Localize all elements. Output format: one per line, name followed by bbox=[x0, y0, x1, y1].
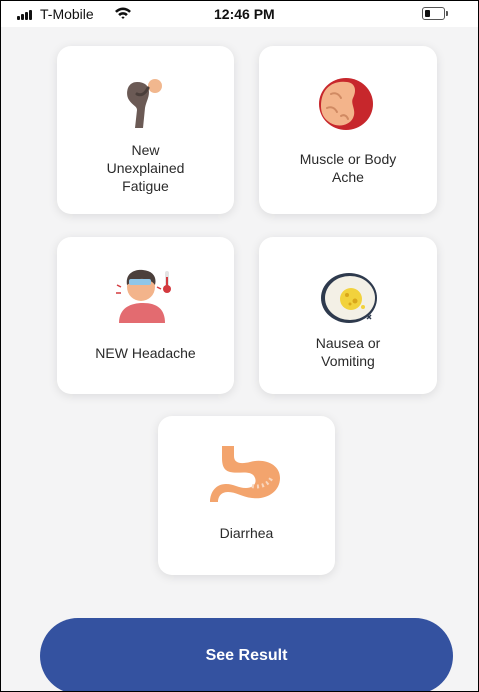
symptom-card-nausea[interactable]: Nausea or Vomiting bbox=[259, 237, 437, 394]
symptom-label: NEW Headache bbox=[95, 345, 196, 361]
muscle-ache-icon bbox=[319, 78, 373, 130]
symptom-label: Diarrhea bbox=[219, 525, 274, 541]
symptom-card-diarrhea[interactable]: Diarrhea bbox=[158, 416, 335, 575]
app-screen: T-Mobile 12:46 PM New Unexplained Fatigu… bbox=[0, 0, 479, 692]
symptom-label: Nausea or Vomiting bbox=[315, 335, 381, 369]
signal-icon bbox=[17, 10, 37, 20]
nausea-icon bbox=[321, 273, 377, 323]
fatigue-person-icon bbox=[127, 79, 162, 128]
battery-icon bbox=[422, 7, 448, 20]
symptom-card-fatigue[interactable]: New Unexplained Fatigue bbox=[57, 46, 234, 214]
wifi-icon bbox=[115, 7, 131, 19]
status-bar: T-Mobile 12:46 PM bbox=[1, 1, 478, 27]
symptom-card-muscle-ache[interactable]: Muscle or Body Ache bbox=[259, 46, 437, 214]
carrier-name: T-Mobile bbox=[40, 6, 94, 22]
symptom-label: New Unexplained Fatigue bbox=[106, 142, 185, 194]
status-time: 12:46 PM bbox=[214, 6, 275, 22]
symptom-label: Muscle or Body Ache bbox=[299, 151, 397, 185]
headache-person-icon bbox=[116, 269, 171, 323]
see-result-button[interactable]: See Result bbox=[40, 618, 453, 691]
stomach-icon bbox=[210, 446, 280, 502]
symptom-card-headache[interactable]: NEW Headache bbox=[57, 237, 234, 394]
